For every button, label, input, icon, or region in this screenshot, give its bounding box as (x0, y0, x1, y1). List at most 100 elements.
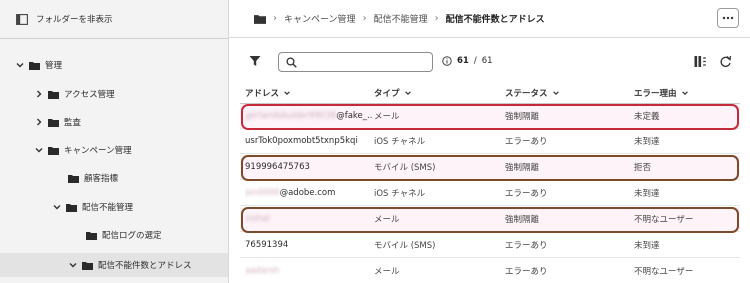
tree-item-delivery-log-qualification[interactable]: 配信ログの選定 (0, 223, 228, 247)
tree-item-admin[interactable]: 管理 (0, 53, 228, 77)
address-text: @adobe.com (279, 188, 336, 198)
address-text: 76591394 (245, 240, 289, 250)
column-header-type[interactable]: タイプ (374, 83, 412, 103)
filter-icon[interactable] (249, 55, 261, 67)
chevron-down-icon[interactable] (52, 202, 62, 212)
column-header-label: アドレス (245, 89, 280, 99)
sidebar-divider (0, 38, 228, 39)
cell-type: メール (374, 112, 400, 122)
cell-error-reason: 不明なユーザー (634, 267, 694, 277)
redacted-address: vishal (245, 214, 270, 224)
column-header-status[interactable]: ステータス (505, 83, 560, 103)
tree-item-label: 配信不能件数とアドレス (98, 261, 192, 271)
table-row[interactable]: gerlandsbulder99038 @fake_... メール 強制隔離 未定… (240, 104, 740, 129)
cell-address: usrTok0poxmobt5txnp5kqi (245, 129, 373, 153)
cell-address: 76591394 (245, 233, 373, 257)
column-settings-icon[interactable] (694, 55, 707, 68)
breadcrumb-separator: › (362, 13, 367, 24)
folder-icon[interactable] (254, 14, 266, 24)
redacted-address: jon0000 (245, 188, 280, 198)
more-icon (722, 16, 734, 20)
refresh-icon[interactable] (719, 55, 732, 68)
folder-icon (48, 146, 59, 155)
folder-icon (29, 61, 40, 70)
tree-item-access-management[interactable]: アクセス管理 (0, 82, 228, 106)
chevron-down-icon[interactable] (68, 260, 78, 270)
folder-icon (68, 174, 79, 183)
folder-icon (66, 203, 77, 212)
tree-item-label: 配信ログの選定 (102, 231, 162, 241)
cell-status: エラーあり (505, 267, 548, 277)
folder-icon (48, 118, 59, 127)
search-input[interactable] (303, 54, 428, 70)
tree-item-customer-metrics[interactable]: 顧客指標 (0, 166, 228, 190)
hide-folders-button[interactable]: フォルダーを非表示 (0, 0, 228, 38)
cell-status: エラーあり (505, 241, 548, 251)
cell-error-reason: 未到達 (634, 137, 660, 147)
column-header-error-reason[interactable]: エラー理由 (634, 83, 689, 103)
redacted-address: aadarsh (245, 266, 280, 276)
chevron-down-icon (552, 91, 559, 96)
cell-type: モバイル (SMS) (374, 163, 436, 173)
column-header-label: ステータス (505, 89, 548, 99)
table-row[interactable]: jon0000 @adobe.com iOS チャネル エラーあり 未到達 (240, 181, 740, 206)
address-text: @fake_... (336, 111, 373, 121)
cell-type: モバイル (SMS) (374, 241, 436, 251)
chevron-down-icon[interactable] (34, 145, 44, 155)
chevron-down-icon (404, 91, 411, 96)
cell-status: エラーあり (505, 137, 548, 147)
breadcrumb-item[interactable]: 配信不能管理 (374, 12, 428, 25)
address-text: usrTok0poxmobt5txnp5kqi (245, 136, 358, 146)
breadcrumb-current: 配信不能件数とアドレス (445, 15, 545, 25)
tree-item-label: 監査 (64, 118, 82, 128)
tree-item-label: 顧客指標 (84, 174, 119, 184)
cell-address: aadarsh (245, 259, 373, 283)
tree-item-campaign-management[interactable]: キャンペーン管理 (0, 138, 228, 162)
column-header-label: タイプ (374, 89, 400, 99)
cell-error-reason: 未定義 (634, 112, 660, 122)
table-row[interactable]: 919996475763 モバイル (SMS) 強制隔離 拒否 (240, 155, 740, 180)
count-shown: 61 (457, 56, 469, 66)
count-separator: / (473, 56, 477, 66)
table-row[interactable]: aadarsh メール エラーあり 不明なユーザー (240, 259, 740, 283)
table-row[interactable]: vishal メール 強制隔離 不明なユーザー (240, 207, 740, 232)
tree-item-label: キャンペーン管理 (64, 146, 132, 156)
search-box[interactable] (278, 52, 433, 72)
column-header-label: エラー理由 (634, 89, 677, 99)
cell-address: 919996475763 (245, 155, 373, 179)
breadcrumb-separator: › (273, 13, 277, 24)
redacted-address: gerlandsbulder99038 (245, 111, 337, 121)
cell-address: gerlandsbulder99038 @fake_... (245, 104, 373, 128)
cell-type: メール (374, 267, 400, 277)
address-text: 919996475763 (245, 162, 310, 172)
chevron-down-icon (284, 91, 290, 96)
table-row[interactable]: 76591394 モバイル (SMS) エラーあり 未到達 (240, 233, 740, 258)
tree-item-label: 配信不能管理 (82, 203, 134, 213)
tree-item-audit[interactable]: 監査 (0, 110, 228, 134)
chevron-right-icon[interactable] (34, 89, 44, 99)
tree-item-label: 管理 (45, 61, 63, 71)
main-panel: › キャンペーン管理 › 配信不能管理 › 配信不能件数とアドレス 61 / 6… (229, 0, 750, 283)
tree-item-non-deliverables-and-addresses[interactable]: 配信不能件数とアドレス (0, 253, 228, 277)
cell-error-reason: 拒否 (634, 163, 652, 173)
result-count: 61 / 61 (442, 56, 493, 66)
tree-item-non-deliverables-management[interactable]: 配信不能管理 (0, 195, 228, 219)
info-icon[interactable] (442, 56, 452, 66)
column-header-address[interactable]: アドレス (245, 83, 291, 103)
count-total: 61 (481, 56, 493, 66)
breadcrumb-item[interactable]: キャンペーン管理 (284, 12, 356, 25)
folder-icon (48, 90, 59, 99)
cell-address: jon0000 @adobe.com (245, 181, 373, 205)
folder-icon (82, 261, 93, 270)
cell-status: 強制隔離 (505, 215, 540, 225)
table-row[interactable]: usrTok0poxmobt5txnp5kqi iOS チャネル エラーあり 未… (240, 129, 740, 154)
chevron-down-icon[interactable] (15, 60, 25, 70)
folder-sidebar: フォルダーを非表示 管理 アクセス管理 監査 キャンペーン管理 顧客指標 配信不… (0, 0, 229, 283)
chevron-right-icon[interactable] (34, 117, 44, 127)
cell-address: vishal (245, 207, 373, 231)
cell-status: エラーあり (505, 189, 548, 199)
tree-item-label: アクセス管理 (64, 90, 115, 100)
toolbar-actions (694, 55, 732, 68)
hide-folders-label: フォルダーを非表示 (36, 15, 113, 25)
more-actions-button[interactable] (717, 8, 739, 28)
